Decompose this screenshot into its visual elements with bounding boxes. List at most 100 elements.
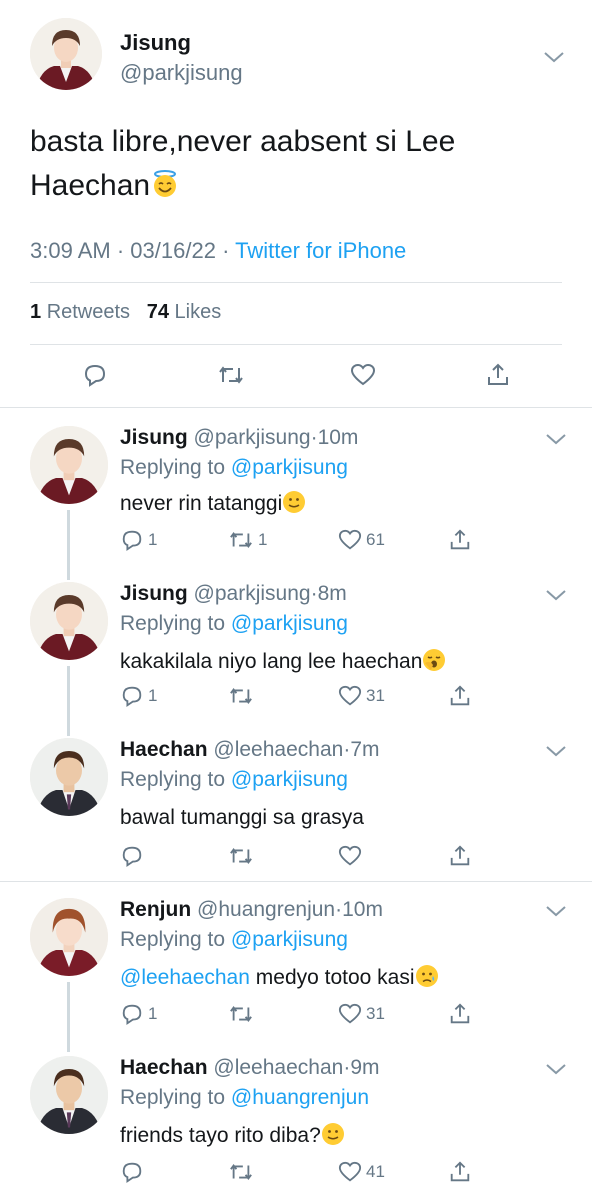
chevron-down-icon[interactable] xyxy=(545,1062,567,1076)
share-button[interactable] xyxy=(485,362,511,388)
replying-to-handle[interactable]: @parkjisung xyxy=(231,612,348,635)
like-count: 31 xyxy=(366,686,385,705)
reply-tweet[interactable]: Jisung @parkjisung·10m Replying to @park… xyxy=(0,410,592,566)
reply-icon xyxy=(122,846,142,867)
share-button[interactable] xyxy=(448,528,472,552)
author-name[interactable]: Haechan xyxy=(120,1056,208,1079)
replying-to-handle[interactable]: @parkjisung xyxy=(231,928,348,951)
sad-tear-emoji xyxy=(415,964,439,994)
retweet-button[interactable] xyxy=(228,844,258,868)
author-name[interactable]: Jisung xyxy=(120,426,188,449)
like-button[interactable] xyxy=(350,362,376,388)
share-icon xyxy=(450,1161,470,1182)
retweet-button[interactable] xyxy=(217,362,245,388)
share-icon xyxy=(450,845,470,866)
reply-count: 1 xyxy=(148,530,158,549)
author-handle[interactable]: @leehaechan xyxy=(213,1056,343,1079)
chevron-down-icon[interactable] xyxy=(543,50,565,64)
replying-to: Replying to @parkjisung xyxy=(120,768,348,792)
share-button[interactable] xyxy=(448,684,472,708)
divider xyxy=(30,282,562,283)
tweet-source[interactable]: Twitter for iPhone xyxy=(235,238,406,263)
reply-tweet[interactable]: Haechan @leehaechan·9m Replying to @huan… xyxy=(0,1040,592,1200)
reply-button[interactable]: 1 xyxy=(120,1002,157,1026)
author-handle[interactable]: @huangrenjun xyxy=(197,898,335,921)
retweet-button[interactable]: 1 xyxy=(228,528,267,552)
likes-count[interactable]: 74 xyxy=(147,301,169,323)
separator: · xyxy=(310,426,318,449)
likes-label[interactable]: Likes xyxy=(175,301,222,323)
avatar[interactable] xyxy=(30,582,108,660)
reply-time: 7m xyxy=(350,738,380,761)
separator: · xyxy=(222,238,236,263)
like-button[interactable]: 31 xyxy=(338,684,385,708)
divider xyxy=(0,407,592,408)
avatar[interactable] xyxy=(30,18,102,90)
replying-to-handle[interactable]: @parkjisung xyxy=(231,456,348,479)
heart-icon xyxy=(338,1161,362,1182)
chevron-down-icon[interactable] xyxy=(545,904,567,918)
reply-button[interactable] xyxy=(120,844,148,868)
yawning-face-emoji xyxy=(422,648,446,678)
tweet-date: 03/16/22 xyxy=(130,238,216,263)
chevron-down-icon[interactable] xyxy=(545,588,567,602)
author-name[interactable]: Renjun xyxy=(120,898,191,921)
retweet-button[interactable] xyxy=(228,1002,258,1026)
reply-icon xyxy=(122,530,142,551)
mention-link[interactable]: @leehaechan xyxy=(120,966,250,989)
author-handle[interactable]: @leehaechan xyxy=(213,738,343,761)
replying-label: Replying to xyxy=(120,456,226,479)
retweets-label[interactable]: Retweets xyxy=(47,301,130,323)
retweet-button[interactable] xyxy=(228,1160,258,1184)
replying-to: Replying to @parkjisung xyxy=(120,612,348,636)
slight-smile-emoji xyxy=(282,490,306,520)
reply-text: never rin tatanggi xyxy=(120,490,306,520)
retweet-icon xyxy=(219,366,243,384)
author-name[interactable]: Jisung xyxy=(120,30,191,56)
heart-icon xyxy=(338,529,362,550)
reply-button[interactable]: 1 xyxy=(120,528,157,552)
reply-button[interactable] xyxy=(120,1160,148,1184)
reply-time: 8m xyxy=(317,582,347,605)
reply-button[interactable] xyxy=(82,362,108,388)
author-name[interactable]: Haechan xyxy=(120,738,208,761)
separator: · xyxy=(116,238,131,263)
reply-text: friends tayo rito diba? xyxy=(120,1122,345,1152)
share-button[interactable] xyxy=(448,1002,472,1026)
avatar[interactable] xyxy=(30,738,108,816)
reply-count: 1 xyxy=(148,1004,158,1023)
reply-time: 10m xyxy=(342,898,383,921)
avatar[interactable] xyxy=(30,898,108,976)
reply-tweet[interactable]: Renjun @huangrenjun·10m Replying to @par… xyxy=(0,882,592,1038)
reply-tweet[interactable]: Jisung @parkjisung·8m Replying to @parkj… xyxy=(0,566,592,722)
chevron-down-icon[interactable] xyxy=(545,432,567,446)
author-handle[interactable]: @parkjisung xyxy=(194,582,311,605)
retweets-count[interactable]: 1 xyxy=(30,301,41,323)
reply-header: Haechan @leehaechan·7m xyxy=(120,738,380,762)
slight-smile-emoji xyxy=(321,1122,345,1152)
replying-to-handle[interactable]: @parkjisung xyxy=(231,768,348,791)
like-button[interactable]: 41 xyxy=(338,1160,385,1184)
reply-button[interactable]: 1 xyxy=(120,684,157,708)
avatar[interactable] xyxy=(30,1056,108,1134)
like-count: 41 xyxy=(366,1162,385,1181)
reply-icon xyxy=(122,1004,142,1025)
like-button[interactable] xyxy=(338,844,366,868)
replying-to-handle[interactable]: @huangrenjun xyxy=(231,1086,369,1109)
heart-icon xyxy=(338,685,362,706)
replying-to: Replying to @parkjisung xyxy=(120,456,348,480)
reply-icon xyxy=(122,686,142,707)
share-button[interactable] xyxy=(448,1160,472,1184)
author-name[interactable]: Jisung xyxy=(120,582,188,605)
share-button[interactable] xyxy=(448,844,472,868)
reply-header: Haechan @leehaechan·9m xyxy=(120,1056,380,1080)
chevron-down-icon[interactable] xyxy=(545,744,567,758)
author-handle[interactable]: @parkjisung xyxy=(194,426,311,449)
like-button[interactable]: 61 xyxy=(338,528,385,552)
reply-time: 9m xyxy=(350,1056,380,1079)
retweet-button[interactable] xyxy=(228,684,258,708)
reply-tweet[interactable]: Haechan @leehaechan·7m Replying to @park… xyxy=(0,722,592,882)
author-handle[interactable]: @parkjisung xyxy=(120,60,243,86)
like-button[interactable]: 31 xyxy=(338,1002,385,1026)
avatar[interactable] xyxy=(30,426,108,504)
